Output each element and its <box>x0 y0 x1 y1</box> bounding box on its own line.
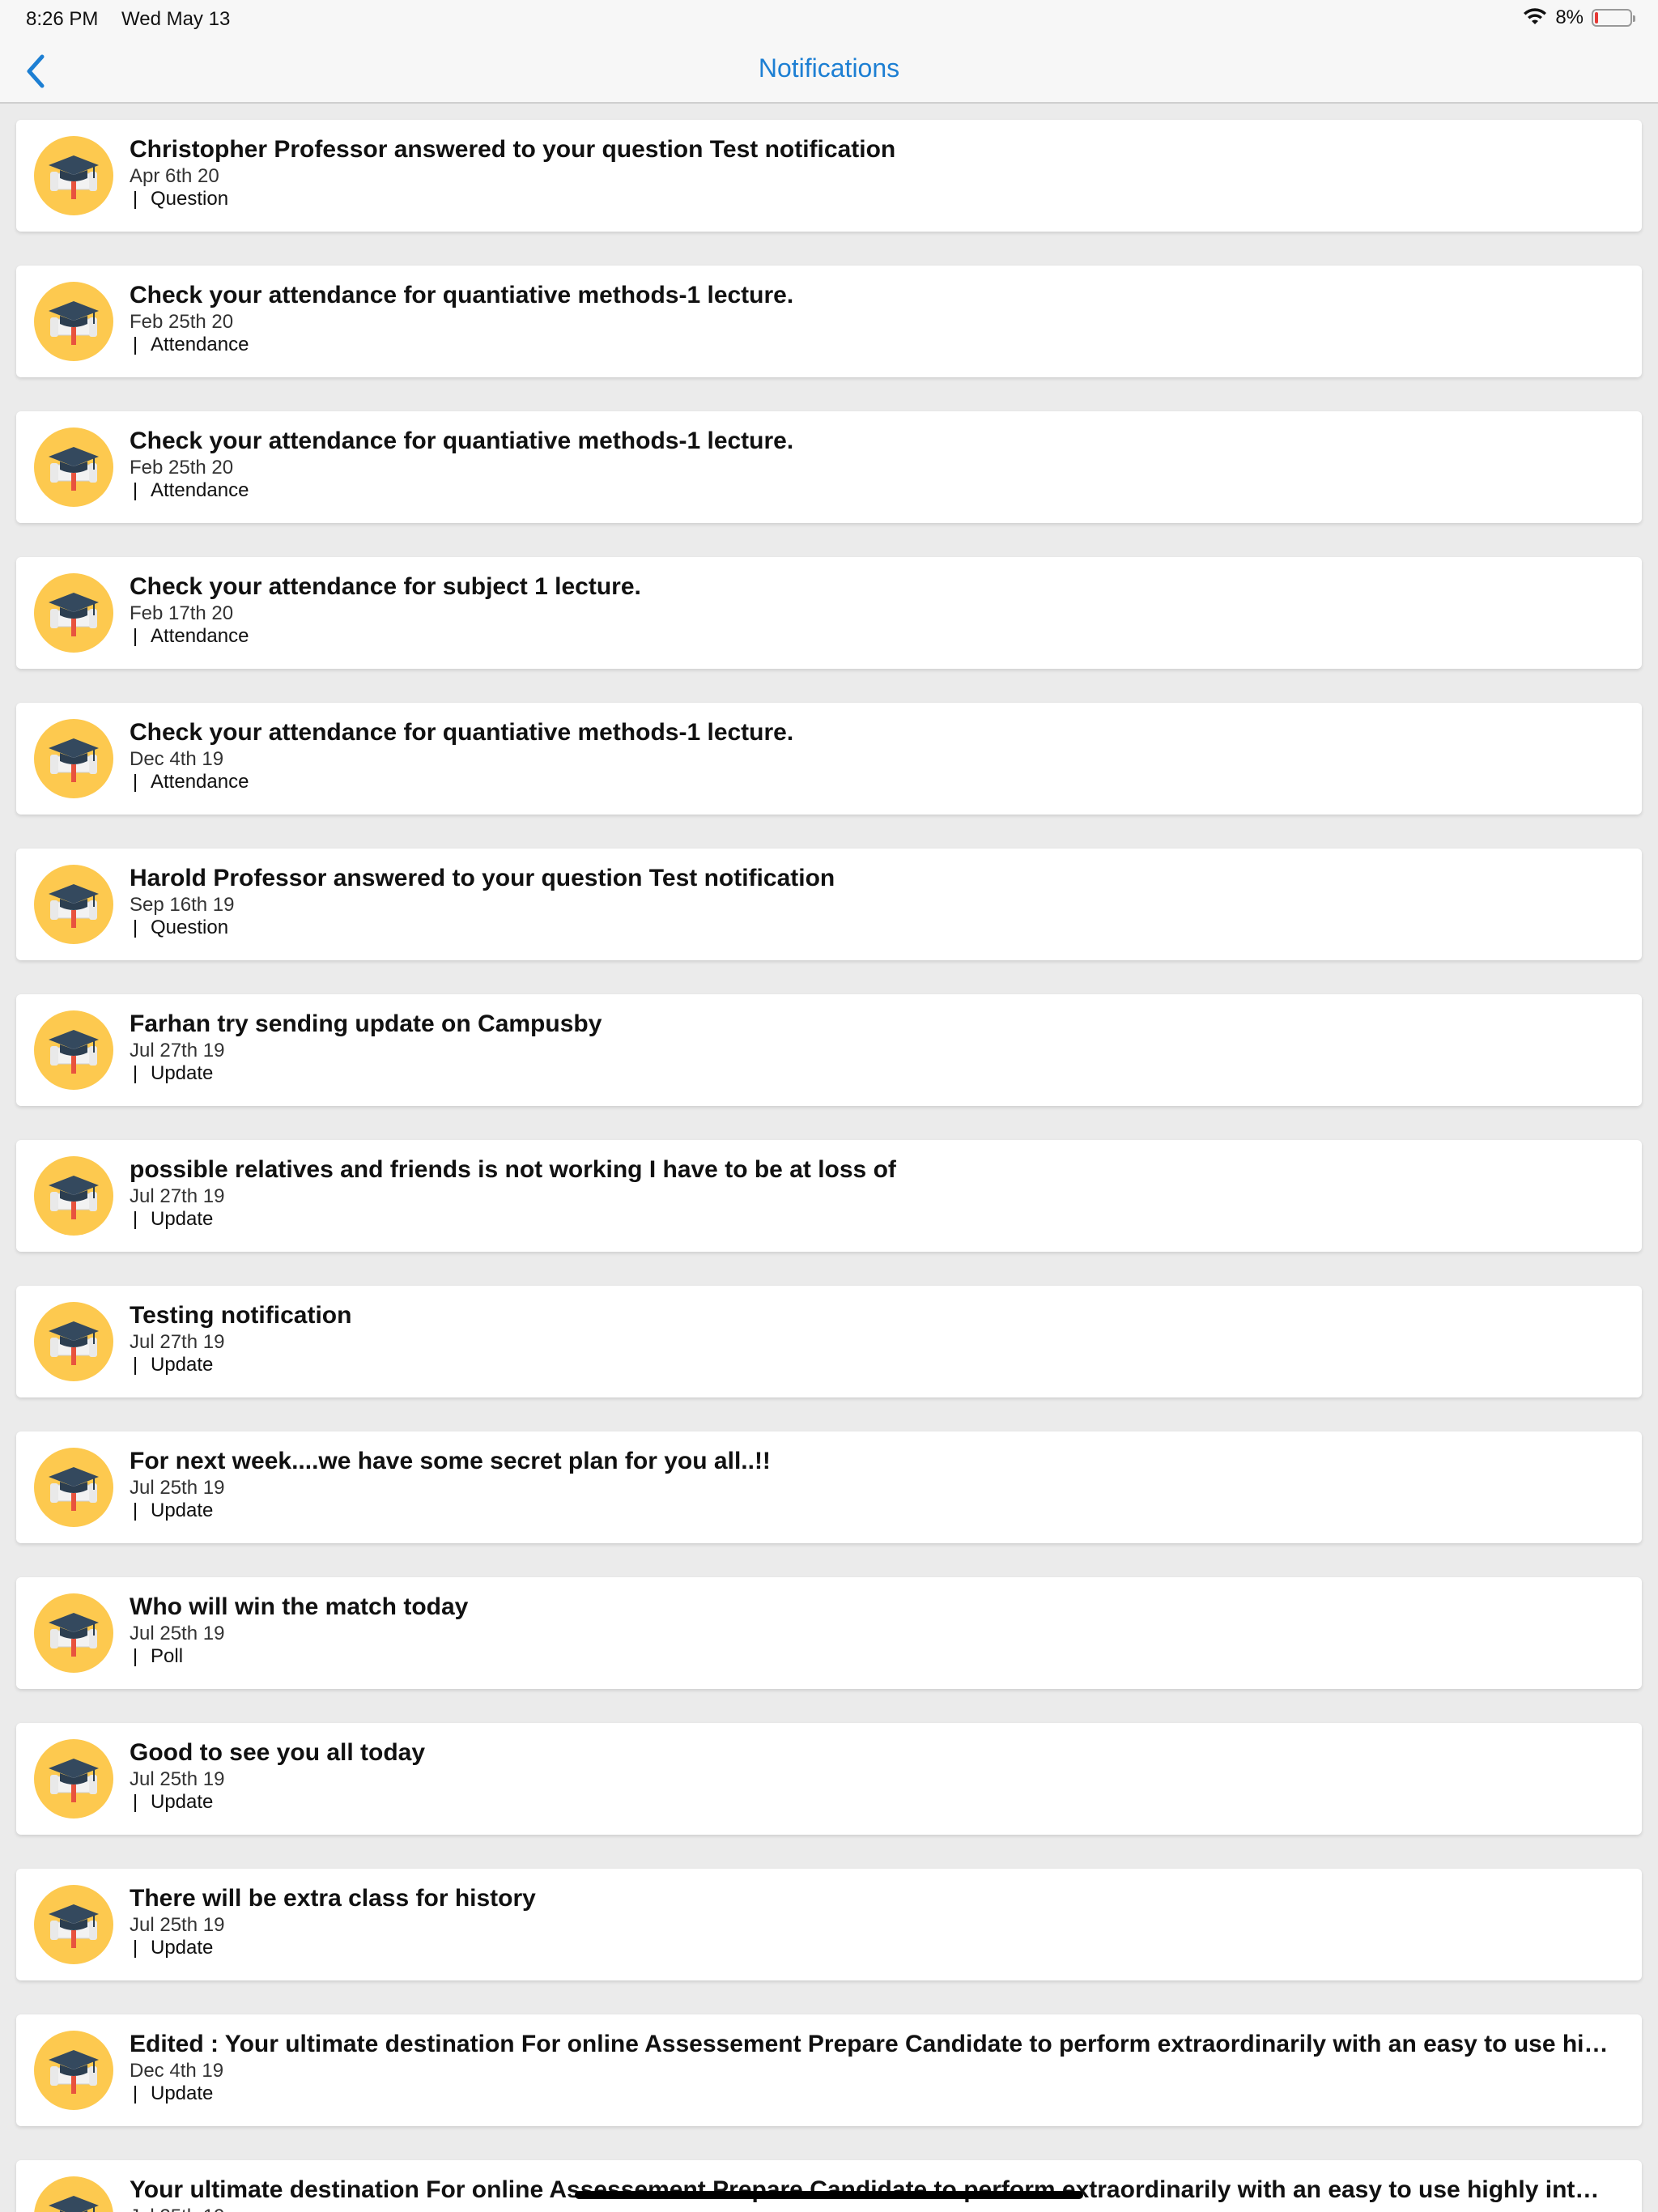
notification-title: Good to see you all today <box>130 1739 426 1766</box>
notification-title: Check your attendance for quantiative me… <box>130 428 794 454</box>
category-divider <box>134 337 136 355</box>
notification-title: Who will win the match today <box>130 1593 469 1620</box>
category-divider <box>134 1794 136 1812</box>
status-bar: 8:26 PM Wed May 13 8% <box>0 0 1658 39</box>
notification-date: Jul 25th 19 <box>130 1623 225 1644</box>
graduation-cap-icon <box>34 1010 113 1090</box>
notification-card[interactable]: Who will win the match today Jul 25th 19 P… <box>16 1577 1642 1689</box>
notification-category: Update <box>151 1791 214 1813</box>
notification-title: Farhan try sending update on Campusby <box>130 1010 602 1037</box>
notification-card[interactable]: Christopher Professor answered to your q… <box>16 120 1642 232</box>
graduation-cap-icon <box>34 282 113 361</box>
status-date: Wed May 13 <box>121 8 231 30</box>
notification-card[interactable]: Good to see you all today Jul 25th 19 Upda… <box>16 1723 1642 1835</box>
notification-title: Christopher Professor answered to your q… <box>130 136 896 163</box>
notification-title: There will be extra class for history <box>130 1885 536 1912</box>
notification-title: Check your attendance for subject 1 lect… <box>130 573 641 600</box>
notification-category: Poll <box>151 1645 184 1667</box>
notification-title: Your ultimate destination For online Ass… <box>130 2176 1609 2203</box>
notification-title: For next week....we have some secret pla… <box>130 1448 771 1474</box>
category-divider <box>134 628 136 646</box>
category-divider <box>134 1503 136 1521</box>
category-divider <box>134 774 136 792</box>
notification-category: Update <box>151 1208 214 1230</box>
notification-list[interactable]: Christopher Professor answered to your q… <box>0 105 1658 2212</box>
graduation-cap-icon <box>34 2031 113 2110</box>
graduation-cap-icon <box>34 136 113 215</box>
notification-card[interactable]: Check your attendance for subject 1 lect… <box>16 557 1642 669</box>
notification-title: possible relatives and friends is not wo… <box>130 1156 896 1183</box>
notification-card[interactable]: possible relatives and friends is not wo… <box>16 1140 1642 1252</box>
notification-card[interactable]: Your ultimate destination For online Ass… <box>16 2160 1642 2212</box>
notification-title: Edited : Your ultimate destination For o… <box>130 2031 1609 2057</box>
graduation-cap-icon <box>34 428 113 507</box>
notification-date: Jul 27th 19 <box>130 1331 225 1353</box>
graduation-cap-icon <box>34 1302 113 1381</box>
category-divider <box>134 1066 136 1083</box>
battery-icon <box>1592 9 1635 27</box>
graduation-cap-icon <box>34 1156 113 1236</box>
notification-date: Feb 25th 20 <box>130 457 234 479</box>
notification-date: Feb 25th 20 <box>130 311 234 333</box>
notification-card[interactable]: Testing notification Jul 27th 19 Update <box>16 1286 1642 1397</box>
home-indicator[interactable] <box>575 2191 1083 2199</box>
notification-date: Sep 16th 19 <box>130 894 235 916</box>
notification-category: Update <box>151 1354 214 1376</box>
category-divider <box>134 1940 136 1958</box>
status-time: 8:26 PM <box>26 8 99 30</box>
notification-category: Attendance <box>151 625 249 647</box>
notification-category: Update <box>151 1937 214 1959</box>
notification-card[interactable]: Edited : Your ultimate destination For o… <box>16 2014 1642 2126</box>
notification-date: Jul 27th 19 <box>130 1185 225 1207</box>
notification-title: Harold Professor answered to your questi… <box>130 865 835 891</box>
notification-category: Update <box>151 1062 214 1084</box>
notification-date: Jul 25th 19 <box>130 1477 225 1499</box>
category-divider <box>134 191 136 209</box>
navigation-bar: Notifications <box>0 39 1658 104</box>
status-right: 8% <box>1523 6 1635 29</box>
graduation-cap-icon <box>34 865 113 944</box>
graduation-cap-icon <box>34 573 113 653</box>
notification-date: Jul 25th 19 <box>130 1914 225 1936</box>
battery-percent: 8% <box>1555 6 1584 28</box>
notification-card[interactable]: Check your attendance for quantiative me… <box>16 411 1642 523</box>
notification-card[interactable]: There will be extra class for history Jul… <box>16 1869 1642 1980</box>
category-divider <box>134 920 136 938</box>
notification-title: Check your attendance for quantiative me… <box>130 719 794 746</box>
notification-card[interactable]: Farhan try sending update on Campusby Jul… <box>16 994 1642 1106</box>
notification-category: Update <box>151 2082 214 2104</box>
notification-date: Dec 4th 19 <box>130 2060 224 2082</box>
notification-category: Attendance <box>151 334 249 355</box>
notification-date: Apr 6th 20 <box>130 165 219 187</box>
notification-date: Jul 25th 19 <box>130 2206 224 2212</box>
notification-card[interactable]: Harold Professor answered to your questi… <box>16 849 1642 960</box>
graduation-cap-icon <box>34 1885 113 1964</box>
category-divider <box>134 1357 136 1375</box>
notification-date: Jul 27th 19 <box>130 1040 225 1061</box>
page-title: Notifications <box>758 53 900 83</box>
category-divider <box>134 483 136 500</box>
notification-card[interactable]: For next week....we have some secret pla… <box>16 1431 1642 1543</box>
wifi-icon <box>1524 8 1547 24</box>
graduation-cap-icon <box>34 1739 113 1819</box>
category-divider <box>134 1211 136 1229</box>
category-divider <box>134 1648 136 1666</box>
notification-category: Update <box>151 1499 214 1521</box>
notification-card[interactable]: Check your attendance for quantiative me… <box>16 266 1642 377</box>
notification-category: Attendance <box>151 479 249 501</box>
notification-card[interactable]: Check your attendance for quantiative me… <box>16 703 1642 815</box>
notification-title: Check your attendance for quantiative me… <box>130 282 794 308</box>
notification-date: Jul 25th 19 <box>130 1768 225 1790</box>
graduation-cap-icon <box>34 2176 113 2212</box>
graduation-cap-icon <box>34 1448 113 1527</box>
notification-date: Dec 4th 19 <box>130 748 224 770</box>
notification-category: Question <box>151 188 229 210</box>
graduation-cap-icon <box>34 1593 113 1673</box>
notification-category: Question <box>151 917 229 938</box>
notification-title: Testing notification <box>130 1302 352 1329</box>
notification-date: Feb 17th 20 <box>130 602 234 624</box>
graduation-cap-icon <box>34 719 113 798</box>
category-divider <box>134 2086 136 2104</box>
notification-category: Attendance <box>151 771 249 793</box>
